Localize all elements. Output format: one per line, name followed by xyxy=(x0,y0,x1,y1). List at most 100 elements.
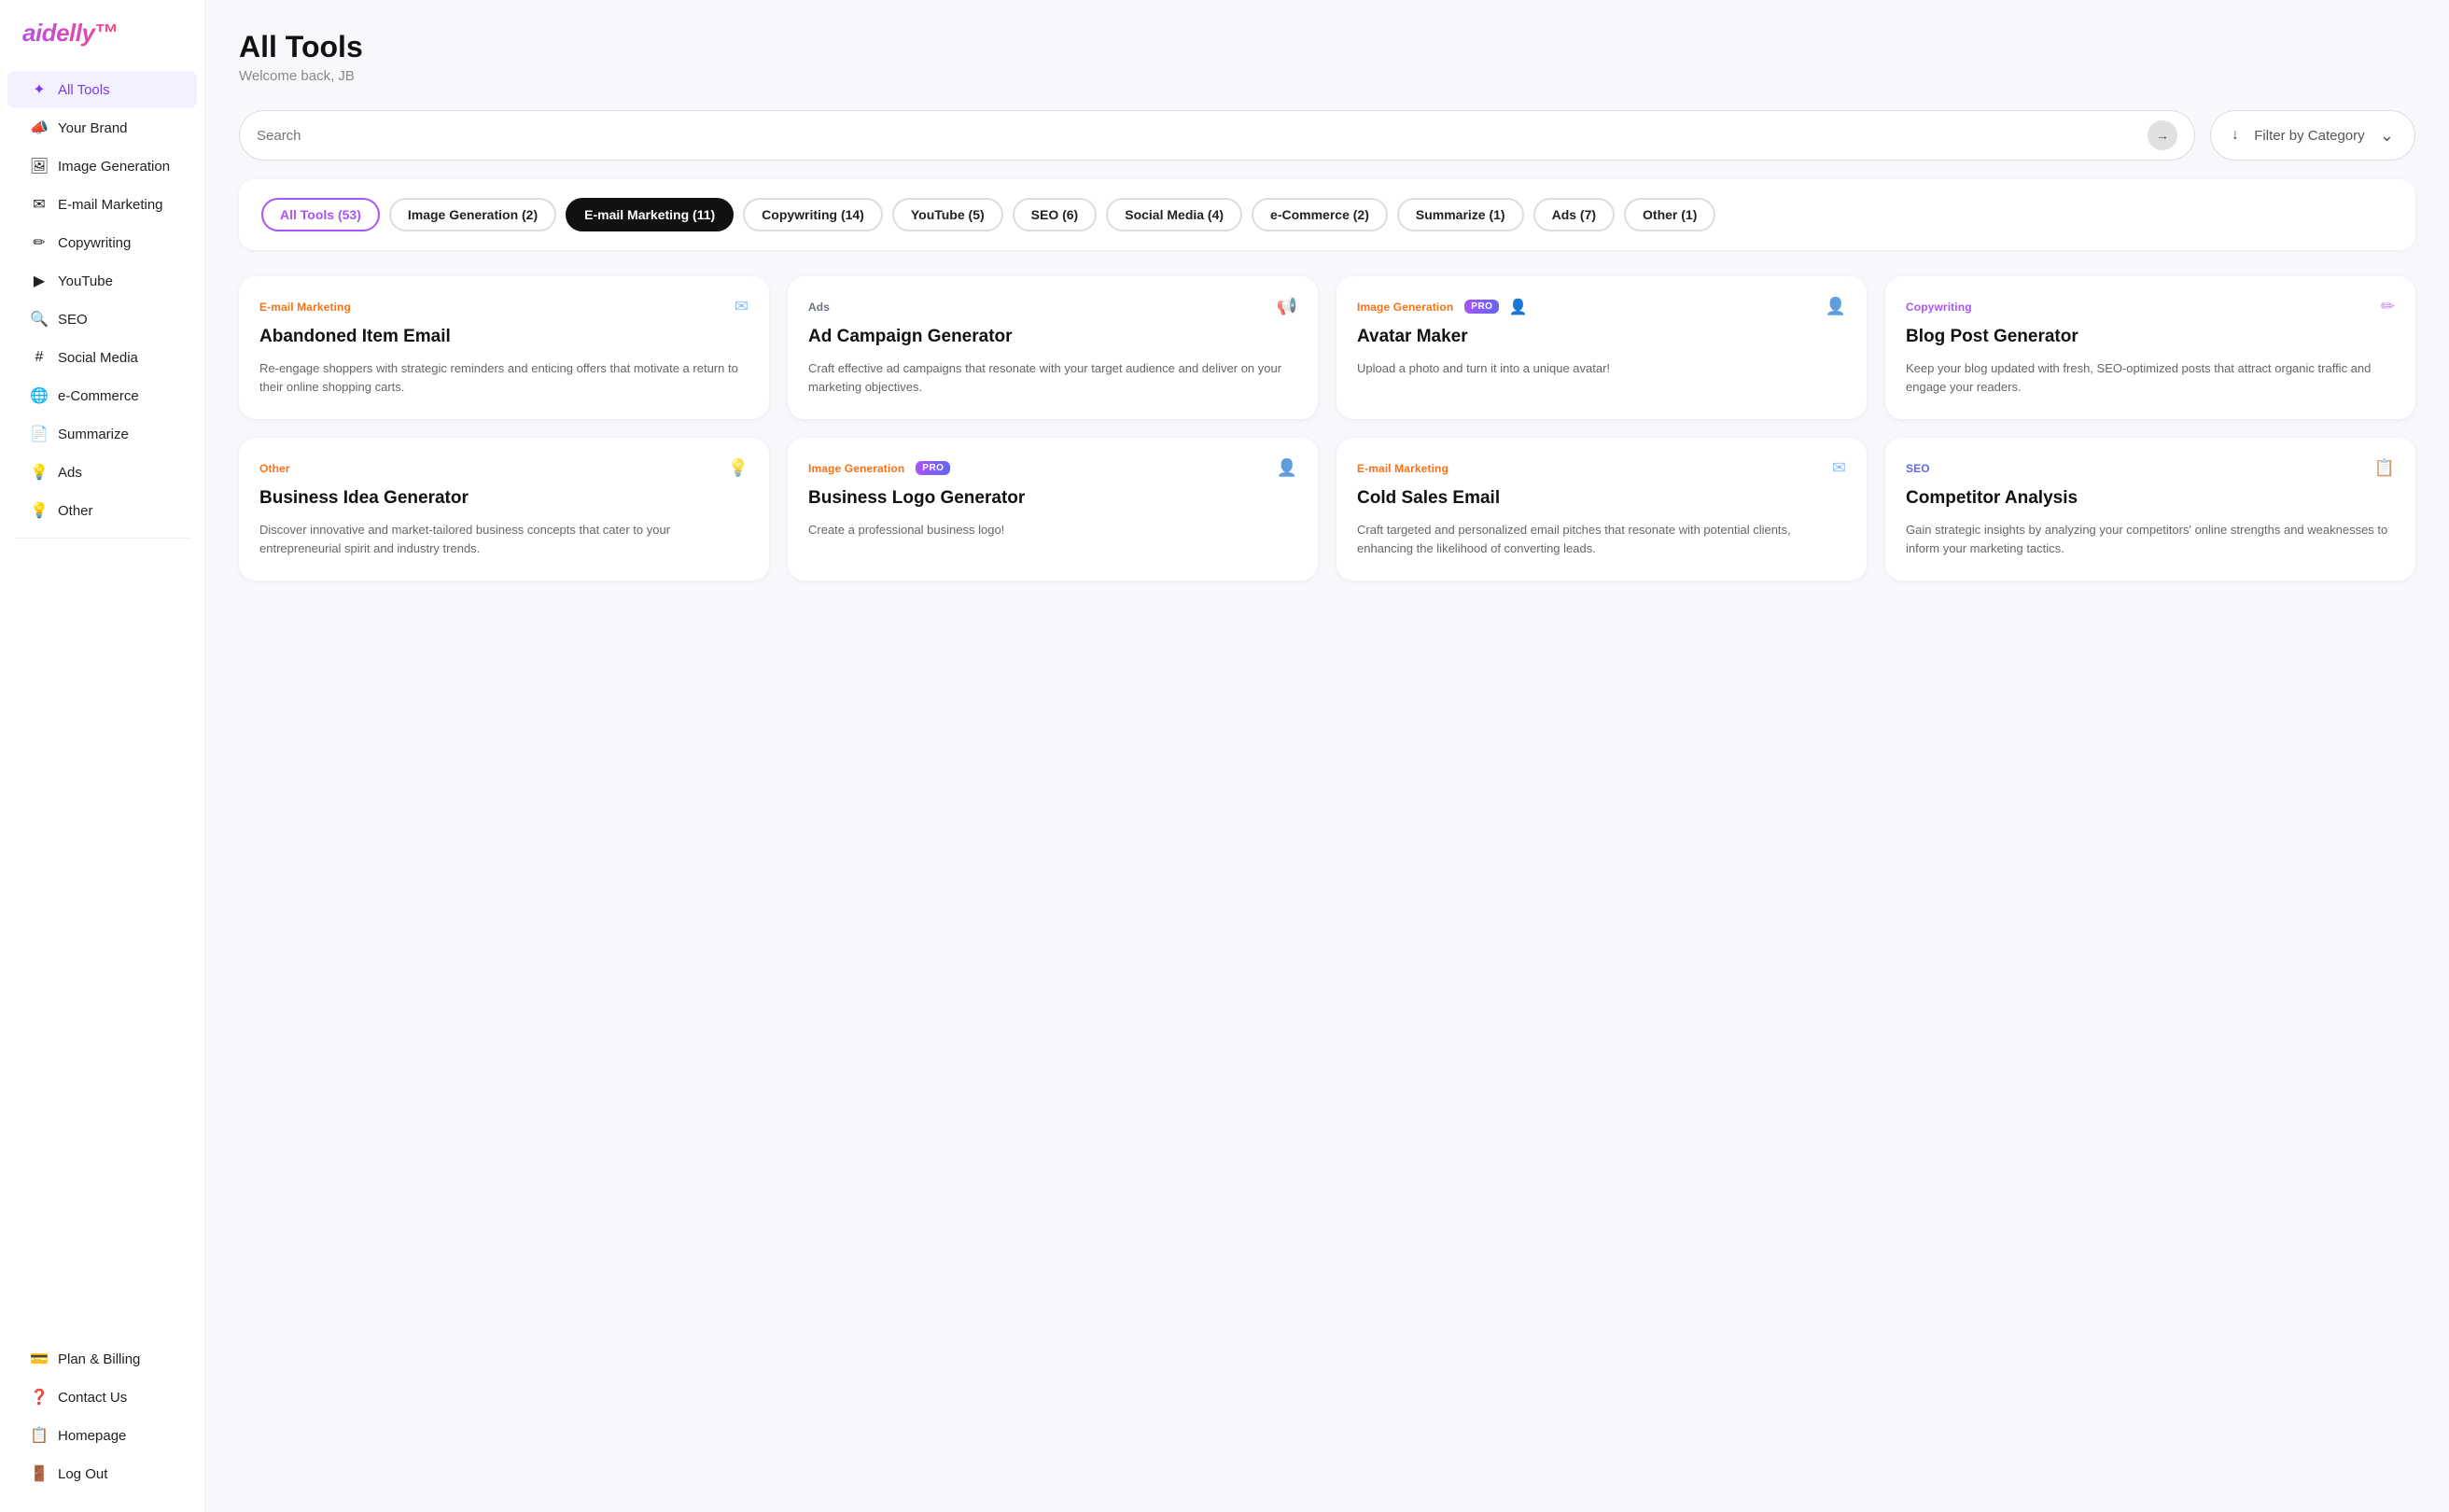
page-subtitle: Welcome back, JB xyxy=(239,68,2415,84)
card-icon-business-logo-generator: 👤 xyxy=(1277,458,1297,478)
filter-chip-seo[interactable]: SEO (6) xyxy=(1013,198,1098,231)
card-icon-competitor-analysis: 📋 xyxy=(2374,458,2395,478)
pro-badge: PRO xyxy=(916,461,950,475)
chevron-down-icon: ⌄ xyxy=(2380,126,2394,146)
filter-chip-youtube[interactable]: YouTube (5) xyxy=(892,198,1003,231)
sidebar-label-copywriting: Copywriting xyxy=(58,235,131,251)
sidebar-item-other[interactable]: 💡 Other xyxy=(7,492,197,529)
sidebar-label-your-brand: Your Brand xyxy=(58,120,128,136)
card-header: Image Generation PRO 👤 👤 xyxy=(1357,297,1846,316)
sidebar-label-summarize: Summarize xyxy=(58,427,129,442)
sidebar-label-email-marketing: E-mail Marketing xyxy=(58,197,163,213)
card-header-left: E-mail Marketing xyxy=(259,301,351,314)
card-desc-business-logo-generator: Create a professional business logo! xyxy=(808,521,1297,539)
card-title-cold-sales-email: Cold Sales Email xyxy=(1357,487,1846,510)
sidebar-icon-summarize: 📄 xyxy=(30,425,49,443)
sidebar: aidelly™ ✦ All Tools 📣 Your Brand 🖼 Imag… xyxy=(0,0,205,1512)
sidebar-icon-ecommerce: 🌐 xyxy=(30,386,49,405)
sidebar-icon-contact-us: ❓ xyxy=(30,1388,49,1407)
filter-chip-email[interactable]: E-mail Marketing (11) xyxy=(566,198,734,231)
filter-chip-all[interactable]: All Tools (53) xyxy=(261,198,380,231)
tools-grid: E-mail Marketing ✉ Abandoned Item Email … xyxy=(239,276,2415,581)
filter-chip-social[interactable]: Social Media (4) xyxy=(1106,198,1242,231)
filter-label: Filter by Category xyxy=(2254,128,2364,144)
card-header: Ads 📢 xyxy=(808,297,1297,316)
sidebar-icon-homepage: 📋 xyxy=(30,1426,49,1445)
sidebar-item-social-media[interactable]: # Social Media xyxy=(7,339,197,376)
filter-chip-image[interactable]: Image Generation (2) xyxy=(389,198,556,231)
filter-by-category-button[interactable]: ↓ Filter by Category ⌄ xyxy=(2210,110,2415,161)
logo: aidelly™ xyxy=(0,19,204,70)
card-header: E-mail Marketing ✉ xyxy=(1357,458,1846,478)
tool-card-competitor-analysis[interactable]: SEO 📋 Competitor Analysis Gain strategic… xyxy=(1885,438,2415,581)
card-icon-abandoned-item-email: ✉ xyxy=(735,297,749,316)
sidebar-label-all-tools: All Tools xyxy=(58,82,110,98)
card-title-blog-post-generator: Blog Post Generator xyxy=(1906,326,2395,348)
card-desc-cold-sales-email: Craft targeted and personalized email pi… xyxy=(1357,521,1846,558)
sidebar-item-email-marketing[interactable]: ✉ E-mail Marketing xyxy=(7,186,197,223)
sidebar-icon-log-out: 🚪 xyxy=(30,1464,49,1483)
filter-chip-summarize[interactable]: Summarize (1) xyxy=(1397,198,1524,231)
card-category-competitor-analysis: SEO xyxy=(1906,462,1930,475)
filter-chip-ecommerce[interactable]: e-Commerce (2) xyxy=(1252,198,1388,231)
tool-card-business-idea-generator[interactable]: Other 💡 Business Idea Generator Discover… xyxy=(239,438,769,581)
sidebar-item-ecommerce[interactable]: 🌐 e-Commerce xyxy=(7,377,197,414)
tool-card-business-logo-generator[interactable]: Image Generation PRO 👤 Business Logo Gen… xyxy=(788,438,1318,581)
sidebar-label-ads: Ads xyxy=(58,465,82,481)
tool-card-ad-campaign-generator[interactable]: Ads 📢 Ad Campaign Generator Craft effect… xyxy=(788,276,1318,419)
card-desc-blog-post-generator: Keep your blog updated with fresh, SEO-o… xyxy=(1906,359,2395,397)
card-category-business-idea-generator: Other xyxy=(259,462,290,475)
main-content: All Tools Welcome back, JB → ↓ Filter by… xyxy=(205,0,2449,1512)
sidebar-icon-image-gen: 🖼 xyxy=(30,157,49,175)
sidebar-icon-ads: 💡 xyxy=(30,463,49,482)
sidebar-item-log-out[interactable]: 🚪 Log Out xyxy=(7,1455,197,1492)
card-category-abandoned-item-email: E-mail Marketing xyxy=(259,301,351,314)
sidebar-item-youtube[interactable]: ▶ YouTube xyxy=(7,262,197,300)
sidebar-item-ads[interactable]: 💡 Ads xyxy=(7,454,197,491)
search-input[interactable] xyxy=(257,128,2138,144)
tool-card-avatar-maker[interactable]: Image Generation PRO 👤 👤 Avatar Maker Up… xyxy=(1336,276,1867,419)
sidebar-label-social-media: Social Media xyxy=(58,350,138,366)
filter-chip-ads[interactable]: Ads (7) xyxy=(1533,198,1615,231)
page-title: All Tools xyxy=(239,30,2415,64)
sidebar-item-plan-billing[interactable]: 💳 Plan & Billing xyxy=(7,1340,197,1378)
sidebar-item-all-tools[interactable]: ✦ All Tools xyxy=(7,71,197,108)
sidebar-item-copywriting[interactable]: ✏ Copywriting xyxy=(7,224,197,261)
card-category-cold-sales-email: E-mail Marketing xyxy=(1357,462,1448,475)
filter-chip-copywriting[interactable]: Copywriting (14) xyxy=(743,198,883,231)
card-category-business-logo-generator: Image Generation xyxy=(808,462,904,475)
tool-card-cold-sales-email[interactable]: E-mail Marketing ✉ Cold Sales Email Craf… xyxy=(1336,438,1867,581)
sidebar-item-seo[interactable]: 🔍 SEO xyxy=(7,301,197,338)
sidebar-icon-all-tools: ✦ xyxy=(30,80,49,99)
card-desc-business-idea-generator: Discover innovative and market-tailored … xyxy=(259,521,749,558)
card-header-left: Ads xyxy=(808,301,830,314)
filter-chips-container: All Tools (53) Image Generation (2) E-mail… xyxy=(239,179,2415,250)
sidebar-item-image-gen[interactable]: 🖼 Image Generation xyxy=(7,147,197,185)
sidebar-item-homepage[interactable]: 📋 Homepage xyxy=(7,1417,197,1454)
card-category-avatar-maker: Image Generation xyxy=(1357,301,1453,314)
card-header-left: Copywriting xyxy=(1906,301,1972,314)
search-button[interactable]: → xyxy=(2148,120,2177,150)
sidebar-label-homepage: Homepage xyxy=(58,1428,126,1444)
tool-card-abandoned-item-email[interactable]: E-mail Marketing ✉ Abandoned Item Email … xyxy=(239,276,769,419)
sidebar-item-summarize[interactable]: 📄 Summarize xyxy=(7,415,197,453)
card-icon-avatar-maker: 👤 xyxy=(1826,297,1846,316)
sidebar-icon-plan-billing: 💳 xyxy=(30,1350,49,1368)
sidebar-item-your-brand[interactable]: 📣 Your Brand xyxy=(7,109,197,147)
card-icon-ad-campaign-generator: 📢 xyxy=(1277,297,1297,316)
card-title-ad-campaign-generator: Ad Campaign Generator xyxy=(808,326,1297,348)
card-icon-business-idea-generator: 💡 xyxy=(728,458,749,478)
sidebar-icon-email-marketing: ✉ xyxy=(30,195,49,214)
card-title-business-idea-generator: Business Idea Generator xyxy=(259,487,749,510)
sidebar-icon-youtube: ▶ xyxy=(30,272,49,290)
sidebar-item-contact-us[interactable]: ❓ Contact Us xyxy=(7,1379,197,1416)
sidebar-label-seo: SEO xyxy=(58,312,88,328)
sidebar-label-contact-us: Contact Us xyxy=(58,1390,127,1406)
filter-chip-other[interactable]: Other (1) xyxy=(1624,198,1715,231)
sidebar-icon-copywriting: ✏ xyxy=(30,233,49,252)
tool-card-blog-post-generator[interactable]: Copywriting ✏ Blog Post Generator Keep y… xyxy=(1885,276,2415,419)
card-desc-abandoned-item-email: Re-engage shoppers with strategic remind… xyxy=(259,359,749,397)
sidebar-icon-your-brand: 📣 xyxy=(30,119,49,137)
sidebar-label-youtube: YouTube xyxy=(58,273,113,289)
sidebar-icon-social-media: # xyxy=(30,348,49,367)
